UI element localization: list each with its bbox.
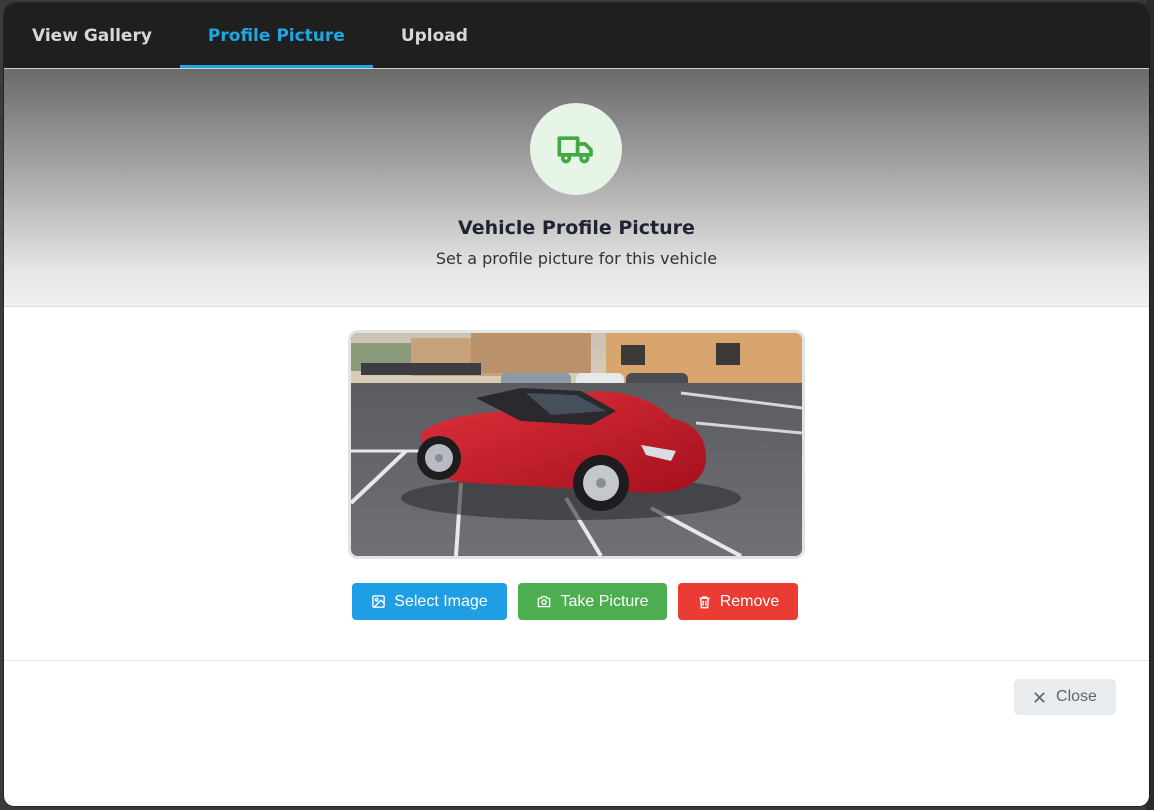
camera-icon: [538, 595, 551, 608]
header-section: Vehicle Profile Picture Set a profile pi…: [4, 69, 1149, 307]
remove-label: Remove: [719, 592, 780, 610]
truck-icon-badge: [530, 103, 622, 195]
select-image-label: Select Image: [394, 592, 488, 610]
tab-bar: View Gallery Profile Picture Upload: [4, 3, 1149, 69]
take-picture-button[interactable]: Take Picture: [518, 583, 667, 620]
select-image-button[interactable]: Select Image: [352, 583, 507, 620]
content-section: Select Image Take Picture Remove: [4, 307, 1149, 661]
vehicle-photo: [348, 330, 805, 559]
tab-label: Profile Picture: [207, 25, 345, 46]
modal-footer: Close: [4, 661, 1149, 806]
profile-picture-modal: View Gallery Profile Picture Upload Vehi…: [4, 3, 1149, 806]
remove-button[interactable]: Remove: [678, 583, 798, 620]
trash-icon: [699, 595, 710, 608]
tab-profile-picture[interactable]: Profile Picture: [179, 3, 373, 68]
tab-upload[interactable]: Upload: [373, 3, 496, 68]
photo-actions: Select Image Take Picture Remove: [352, 583, 798, 620]
truck-icon: [557, 136, 593, 164]
tab-label: View Gallery: [32, 25, 152, 46]
close-icon: [1034, 691, 1045, 703]
close-button[interactable]: Close: [1014, 679, 1116, 715]
tab-label: Upload: [400, 25, 468, 46]
page-subtitle: Set a profile picture for this vehicle: [435, 249, 718, 268]
tab-view-gallery[interactable]: View Gallery: [4, 3, 180, 68]
image-icon: [372, 595, 386, 608]
page-title: Vehicle Profile Picture: [458, 217, 695, 239]
close-label: Close: [1056, 688, 1097, 705]
take-picture-label: Take Picture: [560, 592, 649, 610]
